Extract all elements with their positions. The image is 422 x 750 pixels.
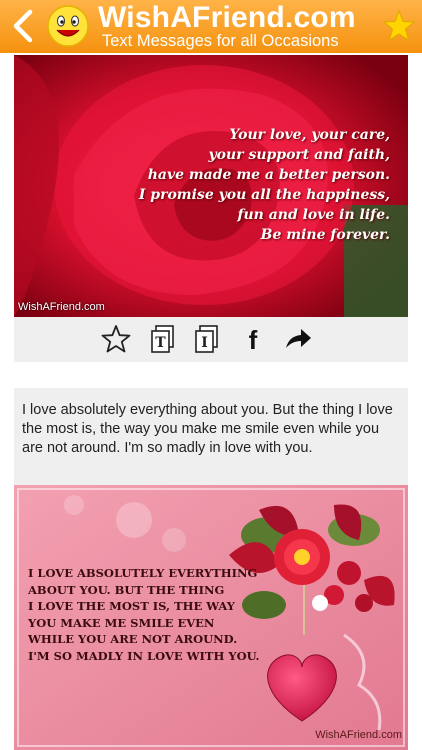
greeting-card-picture[interactable]: I love absolutely everything about you. … (14, 485, 408, 750)
back-button[interactable] (6, 6, 40, 46)
app-brand-title: WishAFriend.com (98, 1, 356, 34)
text-icon-letter: T (155, 335, 166, 351)
action-bar: T I f (14, 317, 408, 362)
rose-picture[interactable]: Your love, your care, your support and f… (14, 55, 408, 317)
poem-line: have made me a better person. (147, 167, 390, 183)
app-tagline: Text Messages for all Occasions (102, 32, 339, 50)
poem-overlay: Your love, your care, your support and f… (139, 125, 390, 245)
smiley-face-icon (46, 4, 90, 48)
favorites-button[interactable] (382, 9, 416, 43)
facebook-letter: f (249, 325, 258, 354)
image-watermark: WishAFriend.com (18, 301, 105, 313)
app-header: WishAFriend.com Text Messages for all Oc… (0, 0, 422, 53)
message-text: I love absolutely everything about you. … (22, 402, 393, 456)
card-text-line: you make me smile even (28, 615, 215, 630)
chevron-left-icon (13, 9, 33, 43)
text-copy-icon: T (151, 325, 174, 353)
favorite-button[interactable] (100, 323, 132, 355)
card-text-line: I love the most is, the way (28, 599, 235, 613)
star-outline-icon (101, 325, 131, 353)
message-card-2: I love absolutely everything about you. … (14, 388, 408, 750)
poem-line: I promise you all the happiness, (138, 187, 390, 203)
card-text-line: while you are not around. (28, 632, 238, 646)
copy-text-button[interactable]: T (147, 323, 179, 355)
card-text-line: I'm so madly in love with you. (28, 648, 260, 663)
share-arrow-icon (286, 329, 311, 348)
image-watermark: WishAFriend.com (315, 729, 402, 741)
card-text-line: about you. But the thing (28, 582, 225, 597)
image-icon-letter: I (201, 335, 208, 351)
copy-image-button[interactable]: I (191, 323, 223, 355)
poem-line: your support and faith, (208, 147, 390, 163)
message-card-1: Your love, your care, your support and f… (14, 55, 408, 362)
greeting-card-text: I love absolutely everything about you. … (28, 565, 260, 664)
poem-line: Be mine forever. (260, 227, 390, 243)
facebook-icon: f (249, 325, 258, 354)
image-copy-icon: I (195, 325, 218, 353)
poem-line: Your love, your care, (229, 127, 390, 143)
share-button[interactable] (282, 323, 314, 355)
facebook-share-button[interactable]: f (237, 323, 269, 355)
poem-line: fun and love in life. (237, 207, 390, 223)
star-icon (382, 9, 416, 42)
card-text-line: I love absolutely everything (28, 566, 258, 580)
